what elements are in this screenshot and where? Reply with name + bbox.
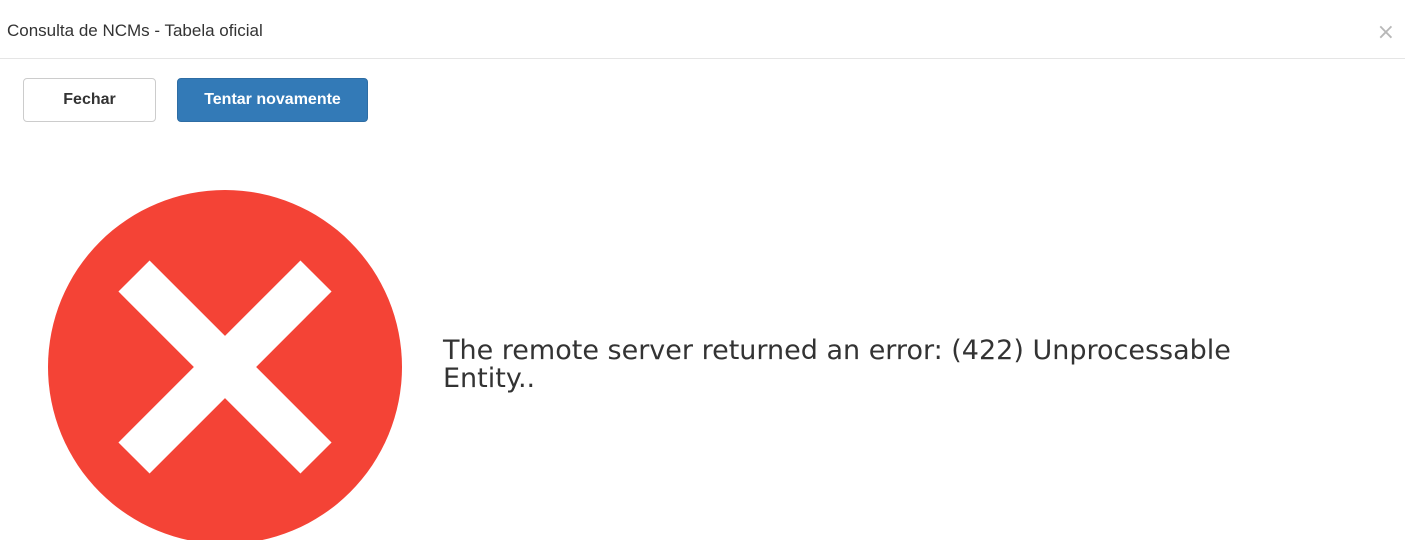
retry-button[interactable]: Tentar novamente xyxy=(177,78,368,122)
close-button[interactable]: Fechar xyxy=(23,78,156,122)
error-message: The remote server returned an error: (42… xyxy=(443,335,1231,394)
modal-header: Consulta de NCMs - Tabela oficial × xyxy=(0,0,1405,59)
modal-dialog: Consulta de NCMs - Tabela oficial × Fech… xyxy=(0,0,1411,540)
modal-title: Consulta de NCMs - Tabela oficial xyxy=(7,21,263,40)
close-icon[interactable]: × xyxy=(1377,22,1395,44)
error-x-circle-icon xyxy=(48,190,402,540)
